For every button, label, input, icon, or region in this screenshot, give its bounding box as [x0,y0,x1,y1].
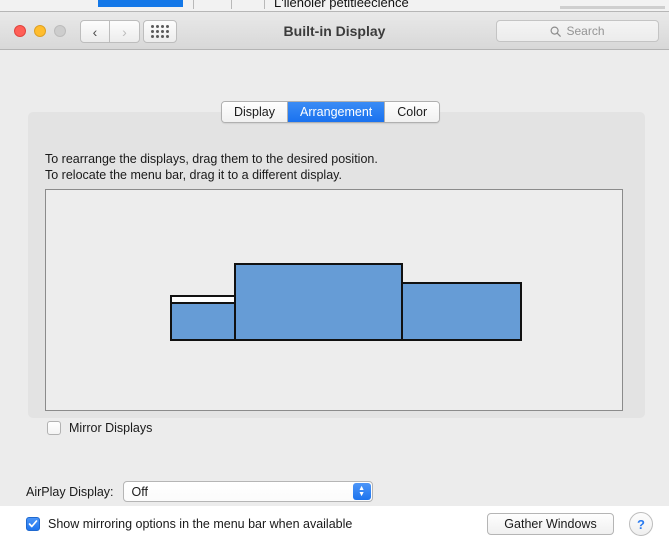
minimize-button[interactable] [34,25,46,37]
preferences-content: Display Arrangement Color To rearrange t… [0,50,669,536]
airplay-display-row: AirPlay Display: Off ▲ ▼ [26,481,373,502]
mirror-displays-row[interactable]: Mirror Displays [47,421,152,435]
close-button[interactable] [14,25,26,37]
back-button[interactable]: ‹ [80,20,110,43]
help-button[interactable]: ? [629,512,653,536]
show-mirroring-options-checkbox[interactable] [26,517,40,531]
chevron-left-icon: ‹ [92,23,98,40]
show-mirroring-options-label: Show mirroring options in the menu bar w… [48,517,353,531]
background-selected-item [98,0,183,7]
airplay-display-label: AirPlay Display: [26,484,114,499]
display-arrangement-canvas[interactable] [45,189,623,411]
background-window-text: L'ilenoier petitieecience [274,0,409,10]
checkmark-icon [28,520,38,528]
menu-bar-strip[interactable] [172,297,234,304]
mirror-displays-label: Mirror Displays [69,421,153,435]
tab-arrangement[interactable]: Arrangement [288,102,386,122]
chevron-right-icon: › [122,23,127,40]
display-left[interactable] [170,295,236,341]
navigation-buttons: ‹ › [80,20,140,43]
window-titlebar: ‹ › Built-in Display Search [0,12,669,50]
forward-button: › [110,20,140,43]
airplay-display-value: Off [131,484,148,499]
mirror-displays-checkbox[interactable] [47,421,61,435]
background-right-field [560,6,665,9]
background-separator [231,0,232,9]
zoom-button [54,25,66,37]
tab-bar: Display Arrangement Color [221,101,441,123]
system-preferences-window: ‹ › Built-in Display Search Display Arra… [0,11,669,536]
instructions-text: To rearrange the displays, drag them to … [45,151,378,183]
background-separator [193,0,194,9]
display-center[interactable] [234,263,403,341]
search-icon [550,25,562,37]
chevron-updown-icon[interactable]: ▲ ▼ [352,483,371,500]
tab-display[interactable]: Display [222,102,288,122]
instruction-line-2: To relocate the menu bar, drag it to a d… [45,168,342,182]
chevron-down-icon: ▼ [358,490,365,498]
airplay-display-select[interactable]: Off ▲ ▼ [122,481,373,502]
search-placeholder: Search [566,24,605,38]
search-field[interactable]: Search [496,20,659,42]
show-all-button[interactable] [143,20,177,43]
tab-color[interactable]: Color [385,102,440,122]
grid-icon [151,25,169,38]
display-right[interactable] [401,282,522,341]
instruction-line-1: To rearrange the displays, drag them to … [45,152,378,166]
background-separator [264,0,265,9]
show-mirroring-options-row[interactable]: Show mirroring options in the menu bar w… [26,517,352,531]
gather-windows-button[interactable]: Gather Windows [487,513,614,535]
